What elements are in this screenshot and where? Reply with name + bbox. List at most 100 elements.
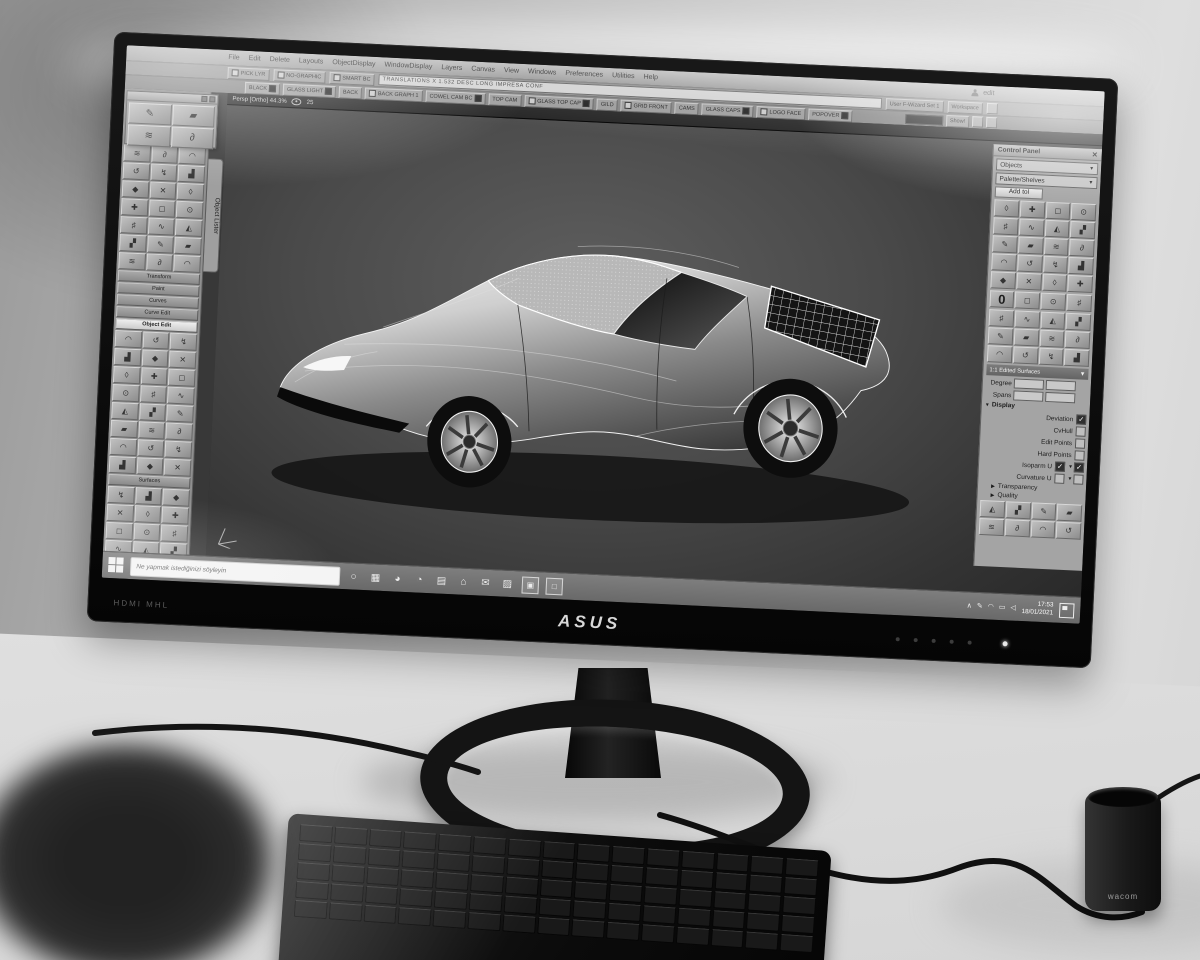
tool-icon[interactable]: ✚ — [1068, 275, 1094, 293]
tool-icon[interactable]: ∿ — [1019, 218, 1045, 236]
spans-u-field[interactable] — [1013, 390, 1043, 401]
tool-icon[interactable]: ⊙ — [1071, 203, 1097, 221]
layer-checkbox[interactable] — [760, 108, 767, 115]
show-button[interactable]: Show! — [946, 114, 970, 127]
tool-icon[interactable]: ≋ — [127, 124, 170, 147]
menu-item-view[interactable]: View — [504, 67, 519, 75]
show-field[interactable] — [905, 113, 943, 125]
tool-icon[interactable]: ♯ — [120, 216, 147, 234]
viewport[interactable]: Persp [Ortho] 44.3% 25 — [206, 93, 1103, 597]
checkbox-edit-points[interactable] — [1075, 438, 1085, 448]
degree-v-field[interactable] — [1046, 380, 1076, 391]
layer-option-button-1[interactable] — [972, 116, 984, 128]
tool-icon[interactable]: ✎ — [147, 235, 174, 253]
layer-checkbox[interactable] — [369, 90, 376, 97]
tool-icon[interactable]: ↯ — [170, 333, 197, 351]
tool-icon[interactable]: ▞ — [1005, 501, 1031, 519]
tool-icon[interactable]: ✎ — [1031, 502, 1057, 520]
tool-icon[interactable]: ⊙ — [1040, 293, 1066, 311]
layer-chip-cams[interactable]: CAMS — [675, 102, 699, 115]
tool-icon[interactable]: ◭ — [980, 500, 1006, 518]
tool-icon[interactable]: ↺ — [123, 162, 150, 180]
tool-icon[interactable]: ◆ — [163, 488, 190, 506]
tool-icon[interactable]: ◠ — [991, 253, 1017, 271]
tool-icon[interactable]: ✕ — [106, 504, 133, 522]
tool-icon[interactable]: ◠ — [174, 255, 201, 273]
tool-icon[interactable]: ↺ — [1013, 346, 1039, 364]
layer-chip-black[interactable]: BLACK — [245, 81, 281, 95]
menu-item-windows[interactable]: Windows — [528, 68, 557, 76]
tool-icon[interactable]: ≋ — [979, 518, 1005, 536]
tool-icon[interactable]: ▟ — [1064, 349, 1090, 367]
tool-icon[interactable]: ✚ — [162, 506, 189, 524]
tool-icon[interactable]: ▰ — [1057, 504, 1083, 522]
menu-item-preferences[interactable]: Preferences — [565, 70, 603, 79]
tool-icon[interactable]: ▞ — [139, 403, 166, 421]
floating-shelf-window[interactable]: ✎▰≋∂ — [124, 90, 218, 148]
tool-icon[interactable]: ✚ — [121, 198, 148, 216]
menu-item-layouts[interactable]: Layouts — [299, 57, 324, 65]
tool-icon[interactable]: ▟ — [135, 487, 162, 505]
layer-checkbox[interactable] — [742, 107, 749, 114]
tray-expand-icon[interactable]: ∧ — [967, 601, 972, 609]
tool-icon[interactable]: ▰ — [172, 104, 215, 127]
tool-icon[interactable]: ▟ — [178, 165, 205, 183]
tool-icon[interactable]: ◻ — [106, 522, 133, 540]
tool-icon[interactable]: ◠ — [110, 438, 137, 456]
tool-icon[interactable]: ∂ — [166, 423, 193, 441]
tool-icon[interactable]: ◊ — [994, 199, 1020, 217]
tool-icon[interactable]: ◆ — [990, 271, 1016, 289]
tool-icon[interactable]: ◭ — [1044, 220, 1070, 238]
layer-chip-back[interactable]: BACK — [339, 86, 363, 99]
menu-item-objectdisplay[interactable]: ObjectDisplay — [332, 59, 375, 68]
tool-icon[interactable]: ◻ — [1045, 202, 1071, 220]
layer-checkbox[interactable] — [583, 100, 590, 107]
tool-icon[interactable]: ◭ — [1040, 312, 1066, 330]
menu-item-edit[interactable]: Edit — [248, 55, 260, 63]
cortana-icon[interactable]: ○ — [346, 569, 362, 585]
tool-icon[interactable]: ♯ — [993, 217, 1019, 235]
layer-chip-gild[interactable]: GILD — [597, 98, 618, 111]
tool-icon[interactable]: ↺ — [1056, 522, 1082, 540]
checkbox-isoparm-u-v[interactable]: ✓ — [1074, 462, 1084, 472]
layer-checkbox[interactable] — [269, 85, 276, 92]
account-label[interactable]: edit — [983, 90, 995, 98]
tool-icon[interactable]: ◻ — [1014, 291, 1040, 309]
tool-icon[interactable]: ◻ — [168, 369, 195, 387]
tool-icon[interactable]: ▰ — [1018, 236, 1044, 254]
tool-icon[interactable]: ◊ — [134, 505, 161, 523]
tool-icon[interactable]: ≋ — [1043, 238, 1069, 256]
tool-icon[interactable]: ↯ — [165, 441, 192, 459]
layer-chip-top-cam[interactable]: TOP CAM — [488, 93, 521, 107]
documents-icon[interactable]: ▨ — [500, 576, 516, 592]
tool-icon[interactable]: ▟ — [1068, 257, 1094, 275]
layer-checkbox[interactable] — [474, 95, 481, 102]
pen-icon[interactable]: ✎ — [977, 602, 983, 610]
task-view-icon[interactable]: ▦ — [368, 570, 384, 586]
tool-icon[interactable]: ✚ — [1019, 201, 1045, 219]
tool-icon[interactable]: ♯ — [161, 524, 188, 542]
taskbar-clock[interactable]: 17:53 18/01/2021 — [1021, 600, 1053, 617]
tool-icon[interactable]: ↯ — [107, 486, 134, 504]
layer-option-button-2[interactable] — [986, 117, 998, 129]
tool-icon[interactable]: ✎ — [128, 102, 171, 125]
mail-icon[interactable]: ✉ — [478, 575, 494, 591]
tool-icon[interactable]: ▞ — [119, 234, 146, 252]
close-icon[interactable]: ✕ — [1092, 150, 1098, 158]
tool-icon[interactable]: ∿ — [167, 387, 194, 405]
app-tile-1[interactable]: ▣ — [521, 576, 539, 594]
tool-icon[interactable]: ∿ — [1014, 310, 1040, 328]
edge-icon[interactable]: ◕ — [390, 571, 406, 587]
tool-icon[interactable]: ▞ — [1070, 221, 1096, 239]
tool-icon[interactable]: ∂ — [1069, 239, 1095, 257]
tool-icon[interactable]: ✕ — [169, 351, 196, 369]
tool-icon[interactable]: ∿ — [148, 217, 175, 235]
checkbox-deviation[interactable]: ✓ — [1076, 414, 1086, 424]
tool-icon[interactable]: ◻ — [148, 199, 175, 217]
checkbox-curvature-u[interactable] — [1054, 473, 1064, 483]
tool-icon[interactable]: ▰ — [174, 237, 201, 255]
tool-icon[interactable]: ∂ — [1065, 331, 1091, 349]
tool-icon[interactable]: ✚ — [141, 367, 168, 385]
tool-icon[interactable]: ▟ — [109, 456, 136, 474]
store-icon[interactable]: ⌂ — [456, 574, 472, 590]
